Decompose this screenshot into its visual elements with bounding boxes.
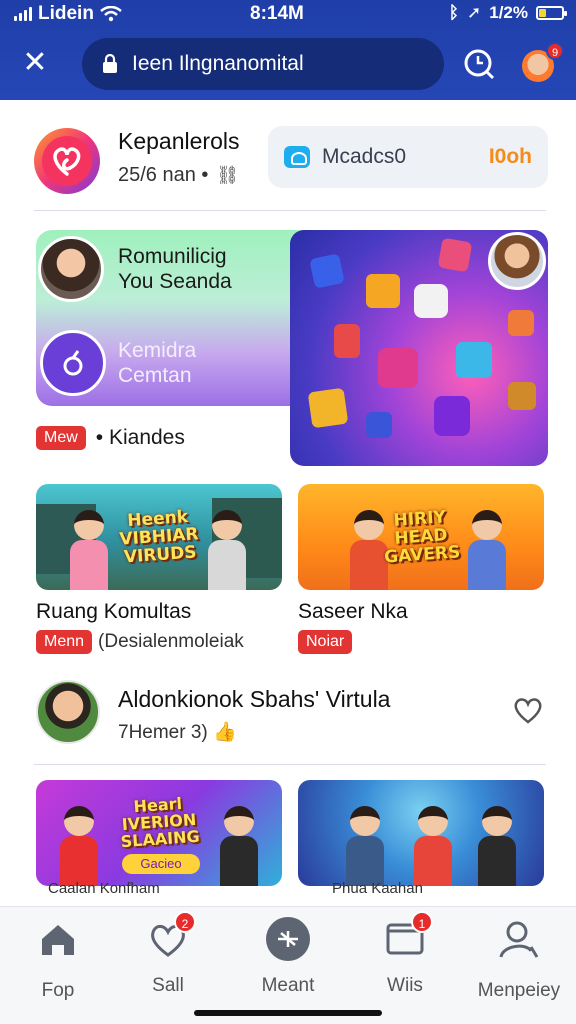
card-banner-text: Hearl IVERION SLAAING: [120, 794, 201, 852]
heart-loop-icon: [53, 147, 81, 176]
community-card-image: HIRIY HEAD GAVERS: [298, 484, 544, 590]
community-card[interactable]: Heenk VIBHIAR VIRUDS Ruang Komultas Menn…: [36, 484, 282, 654]
card-row: Hearl IVERION SLAAING Gacieo Caalan Konf…: [36, 780, 548, 900]
featured-tag: • Kiandes: [95, 426, 185, 449]
app-header: Lidein 8:14M ᛒ ➚ 1/2% ✕ Ieen Ilngnanomit…: [0, 0, 576, 100]
card-title: Saseer Nka: [298, 600, 408, 623]
nav-item-inbox[interactable]: 1 Wiis: [350, 911, 460, 997]
profile-row: Kepanlerols 25/6 nan • ⛓ Mcadcs0 I0oh: [34, 124, 548, 196]
like-heart-icon[interactable]: [512, 694, 544, 726]
avatar: [488, 232, 546, 290]
nav-label: Wiis: [387, 975, 423, 996]
nav-badge: 2: [174, 911, 196, 933]
card-title: Ruang Komultas: [36, 600, 192, 623]
clock: 8:14M: [250, 3, 304, 24]
nav-item-home[interactable]: Fop: [3, 917, 113, 1002]
community-card-image[interactable]: [298, 780, 544, 886]
profile-avatar-button[interactable]: 9: [520, 42, 564, 84]
nav-item-favorites[interactable]: 2 Sall: [113, 911, 223, 997]
card-banner-text: Heenk VIBHIAR VIRUDS: [118, 506, 200, 568]
card-badge: Menn: [36, 630, 93, 654]
search-icon[interactable]: [462, 47, 496, 81]
profile-meta-text: 25/6 nan •: [118, 164, 209, 186]
new-badge: Mew: [36, 426, 86, 450]
community-card-image[interactable]: Hearl IVERION SLAAING Gacieo: [36, 780, 282, 886]
thumbs-up-icon: 👍: [213, 722, 237, 743]
content-sheet: Kepanlerols 25/6 nan • ⛓ Mcadcs0 I0oh Ro…: [0, 100, 576, 906]
post-row[interactable]: Aldonkionok Sbahs' Virtula 7Hemer 3) 👍: [36, 680, 548, 750]
nav-label: Fop: [41, 980, 75, 1001]
nav-label: Menpeiey: [477, 980, 561, 1001]
follow-label: Mcadcs0: [322, 145, 407, 168]
chat-bubbles-icon: ⛓: [216, 165, 240, 185]
nav-badge: 1: [411, 911, 433, 933]
featured-title: Romunilicig You Seanda: [118, 245, 232, 293]
bottom-nav: Fop 2 Sall Meant 1 Wiis Menpeiey: [0, 906, 576, 1024]
avatar: [36, 680, 100, 744]
battery-icon: [536, 6, 567, 20]
post-subtitle-text: 7Hemer 3): [118, 722, 208, 743]
nav-label: Sall: [152, 975, 184, 996]
nav-item-center[interactable]: Meant: [233, 917, 343, 997]
compass-icon: [278, 931, 298, 947]
divider: [34, 210, 546, 211]
carrier: Lidein: [14, 3, 122, 25]
battery-percent: 1/2%: [489, 3, 528, 22]
community-logo[interactable]: [34, 128, 100, 194]
card-title: Phua Kaahan: [332, 880, 423, 897]
community-icon: [40, 330, 106, 396]
profile-name[interactable]: Kepanlerols: [118, 128, 239, 155]
status-bar: Lidein 8:14M ᛒ ➚ 1/2%: [0, 0, 576, 30]
location-icon: ➚: [467, 3, 482, 22]
featured-tags: Mew • Kiandes: [36, 426, 185, 450]
community-card-image: Heenk VIBHIAR VIRUDS: [36, 484, 282, 590]
bluetooth-icon: ᛒ: [448, 3, 459, 22]
divider: [34, 764, 546, 765]
card-pill: Gacieo: [122, 854, 200, 874]
card-badge: Noiar: [298, 630, 353, 654]
post-title: Aldonkionok Sbahs' Virtula: [118, 686, 391, 712]
home-icon: [42, 925, 74, 955]
post-subtitle: 7Hemer 3) 👍: [118, 720, 237, 744]
signal-icon: [14, 7, 32, 21]
community-card[interactable]: HIRIY HEAD GAVERS Saseer Nka Noiar: [298, 484, 544, 654]
chat-icon: [284, 146, 310, 168]
user-icon: [499, 921, 539, 958]
featured-subtitle: Kemidra Cemtan: [118, 339, 197, 387]
lock-icon: [103, 54, 117, 73]
carrier-label: Lidein: [38, 3, 94, 24]
notification-badge: 9: [546, 42, 564, 60]
follow-action: I0oh: [488, 145, 532, 168]
nav-label: Meant: [261, 975, 315, 996]
avatar: [38, 236, 104, 302]
wifi-icon: [100, 6, 122, 22]
card-meta: (Desialenmoleiak: [98, 631, 244, 652]
home-indicator: [194, 1010, 382, 1016]
featured-panel: Romunilicig You Seanda Kemidra Cemtan: [36, 230, 322, 406]
url-bar[interactable]: Ieen Ilngnanomital: [82, 38, 444, 90]
card-banner-text: HIRIY HEAD GAVERS: [383, 507, 461, 568]
featured-card[interactable]: Romunilicig You Seanda Kemidra Cemtan Me…: [36, 230, 548, 468]
close-button[interactable]: ✕: [18, 46, 52, 80]
featured-image: [290, 230, 548, 466]
follow-button[interactable]: Mcadcs0 I0oh: [268, 126, 548, 188]
card-title: Caalan Konfham: [48, 880, 160, 897]
profile-meta: 25/6 nan • ⛓: [118, 164, 239, 187]
nav-item-profile[interactable]: Menpeiey: [464, 917, 574, 1002]
url-text: Ieen Ilngnanomital: [132, 52, 304, 75]
